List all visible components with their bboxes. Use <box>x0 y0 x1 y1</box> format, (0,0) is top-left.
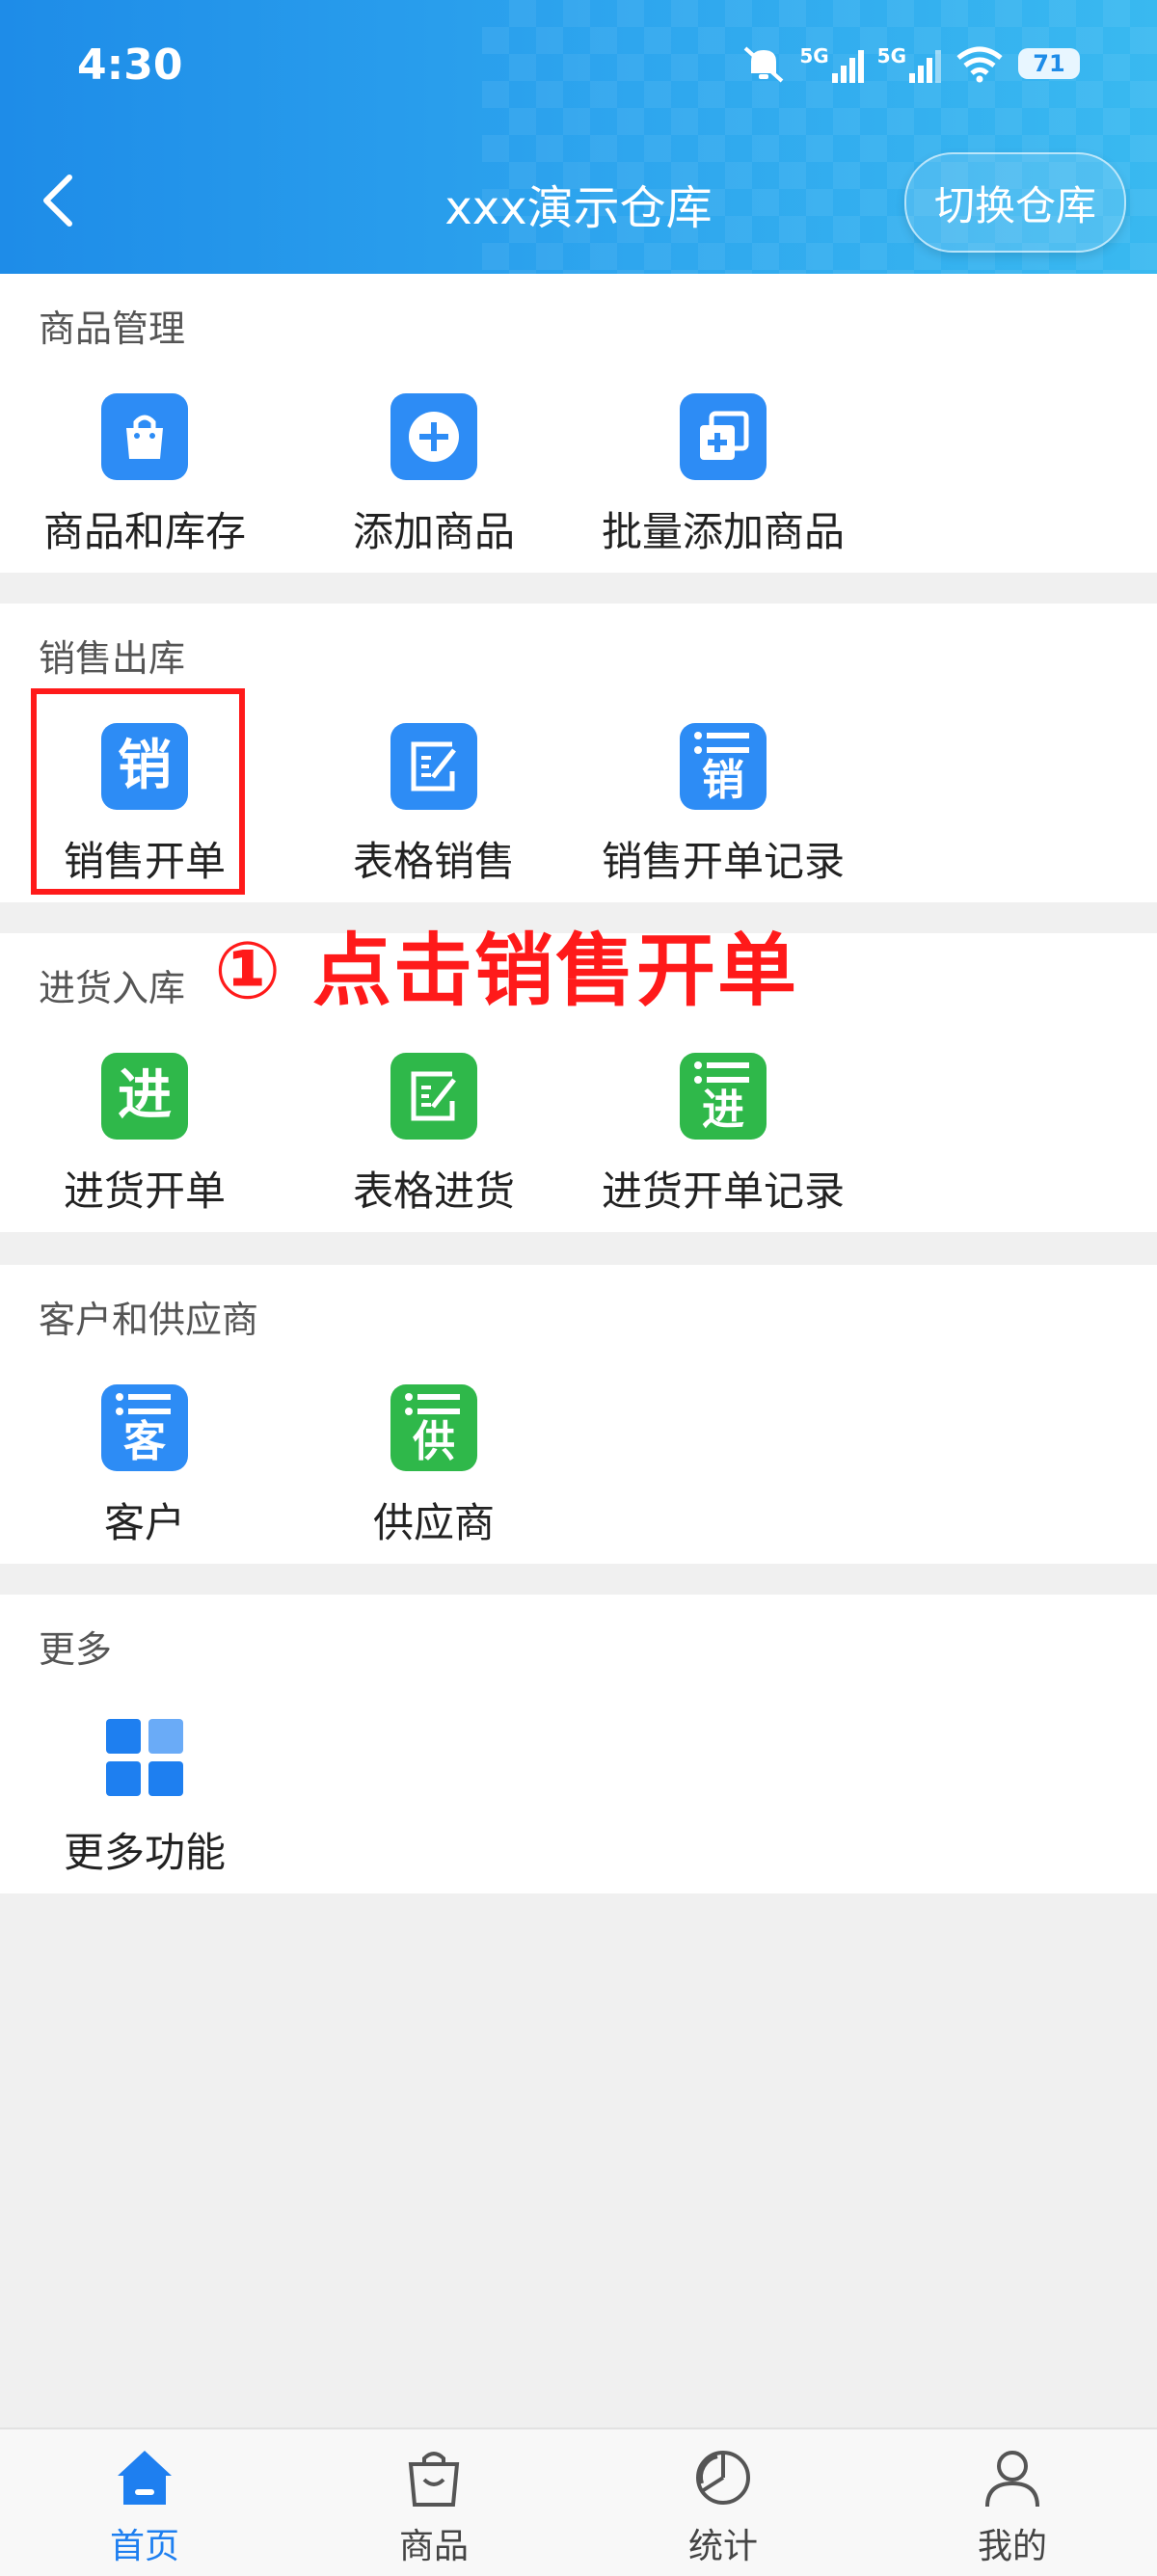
shopping-bag-icon <box>408 2452 460 2507</box>
grid-icon <box>101 1714 188 1801</box>
section-goods: 商品管理 商品和库存 添加商品 批量添加商品 <box>0 274 1157 573</box>
plus-circle-icon <box>390 393 477 480</box>
icon-char: 进 <box>702 1086 744 1135</box>
menu-item-label: 表格进货 <box>352 1167 515 1215</box>
menu-item-batch-add-goods[interactable]: 批量添加商品 <box>578 393 868 558</box>
pie-chart-icon <box>696 2451 750 2505</box>
wifi-icon <box>956 46 1003 83</box>
nav-label: 首页 <box>109 2527 179 2566</box>
nav-item-home[interactable]: 首页 <box>0 2429 289 2576</box>
sales-list-icon: 销 <box>680 723 767 810</box>
icon-char: 销 <box>702 756 744 805</box>
edit-form-icon <box>390 723 477 810</box>
section-title: 客户和供应商 <box>39 1299 259 1341</box>
purchase-list-icon: 进 <box>680 1053 767 1140</box>
battery-icon: 71 <box>1018 48 1080 79</box>
menu-item-goods-stock[interactable]: 商品和库存 <box>0 393 289 558</box>
menu-item-label: 添加商品 <box>352 508 515 555</box>
icon-char: 进 <box>118 1064 172 1127</box>
switch-warehouse-button[interactable]: 切换仓库 <box>904 152 1126 253</box>
status-time: 4:30 <box>77 40 183 90</box>
user-icon <box>985 2451 1039 2508</box>
menu-item-label: 表格销售 <box>352 838 515 885</box>
signal-label: 5G <box>876 44 906 67</box>
batch-add-icon <box>680 393 767 480</box>
menu-item-add-goods[interactable]: 添加商品 <box>289 393 578 558</box>
edit-form-icon <box>390 1053 477 1140</box>
menu-item-label: 进货开单 <box>63 1167 226 1215</box>
menu-item-purchase-order[interactable]: 进 进货开单 <box>0 1053 289 1218</box>
annotation-text: ① 点击销售开单 <box>214 926 798 1017</box>
bottom-nav: 首页 商品 统计 我的 <box>0 2428 1157 2576</box>
menu-item-label: 商品和库存 <box>42 508 246 555</box>
section-title: 商品管理 <box>39 308 186 350</box>
menu-item-label: 销售开单记录 <box>601 838 845 885</box>
nav-item-stats[interactable]: 统计 <box>578 2429 868 2576</box>
header-bar: 4:30 5G 5G 71 xxx演示仓库 切换仓库 <box>0 0 1157 274</box>
menu-item-sales-records[interactable]: 销 销售开单记录 <box>578 723 868 888</box>
customer-list-icon: 客 <box>101 1384 188 1471</box>
status-icons: 5G 5G 71 <box>741 44 1080 83</box>
menu-item-label: 供应商 <box>372 1499 495 1546</box>
icon-char: 供 <box>413 1417 455 1466</box>
mute-icon <box>743 46 784 83</box>
home-icon <box>118 2451 172 2505</box>
menu-item-label: 批量添加商品 <box>601 508 845 555</box>
menu-item-table-purchase[interactable]: 表格进货 <box>289 1053 578 1218</box>
menu-item-suppliers[interactable]: 供 供应商 <box>289 1384 578 1549</box>
section-title: 销售出库 <box>39 637 186 680</box>
menu-item-label: 进货开单记录 <box>601 1167 845 1215</box>
menu-item-customers[interactable]: 客 客户 <box>0 1384 289 1549</box>
signal-icon: 5G <box>877 44 941 83</box>
supplier-list-icon: 供 <box>390 1384 477 1471</box>
section-title: 进货入库 <box>39 967 186 1009</box>
section-partners: 客户和供应商 客 客户 供 供应商 <box>0 1265 1157 1564</box>
menu-item-table-sales[interactable]: 表格销售 <box>289 723 578 888</box>
menu-item-purchase-records[interactable]: 进 进货开单记录 <box>578 1053 868 1218</box>
purchase-char-icon: 进 <box>101 1053 188 1140</box>
icon-char: 客 <box>123 1417 166 1466</box>
shopping-bag-icon <box>101 393 188 480</box>
nav-label: 统计 <box>687 2527 758 2566</box>
section-title: 更多 <box>39 1628 113 1671</box>
highlight-box <box>31 688 245 895</box>
section-more: 更多 更多功能 <box>0 1595 1157 1893</box>
signal-icon: 5G <box>799 44 864 83</box>
nav-item-goods[interactable]: 商品 <box>289 2429 578 2576</box>
menu-item-label: 更多功能 <box>63 1829 226 1876</box>
menu-item-more-functions[interactable]: 更多功能 <box>0 1714 289 1879</box>
nav-label: 我的 <box>977 2527 1047 2566</box>
nav-label: 商品 <box>398 2527 469 2566</box>
menu-item-label: 客户 <box>103 1499 185 1546</box>
nav-item-mine[interactable]: 我的 <box>868 2429 1157 2576</box>
signal-label: 5G <box>799 44 829 67</box>
